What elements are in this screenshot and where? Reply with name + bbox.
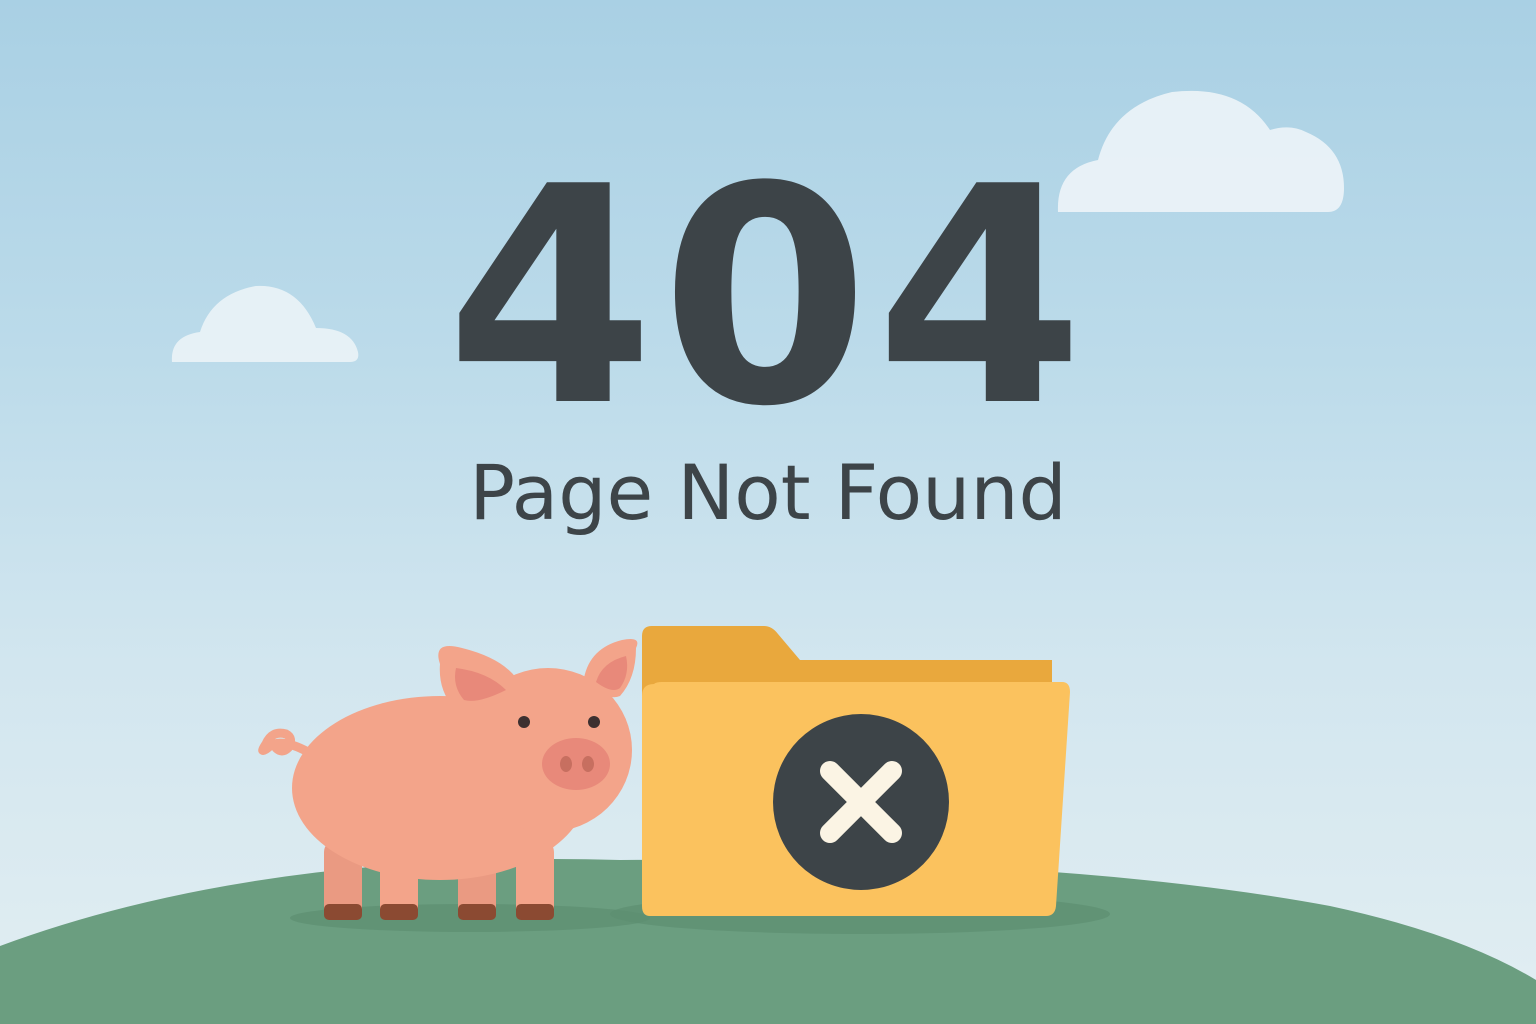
error-message: Page Not Found	[469, 448, 1067, 537]
error-x-icon	[773, 714, 949, 890]
not-found-page: 404 Page Not Found	[0, 0, 1536, 1024]
error-code: 404	[445, 123, 1091, 472]
